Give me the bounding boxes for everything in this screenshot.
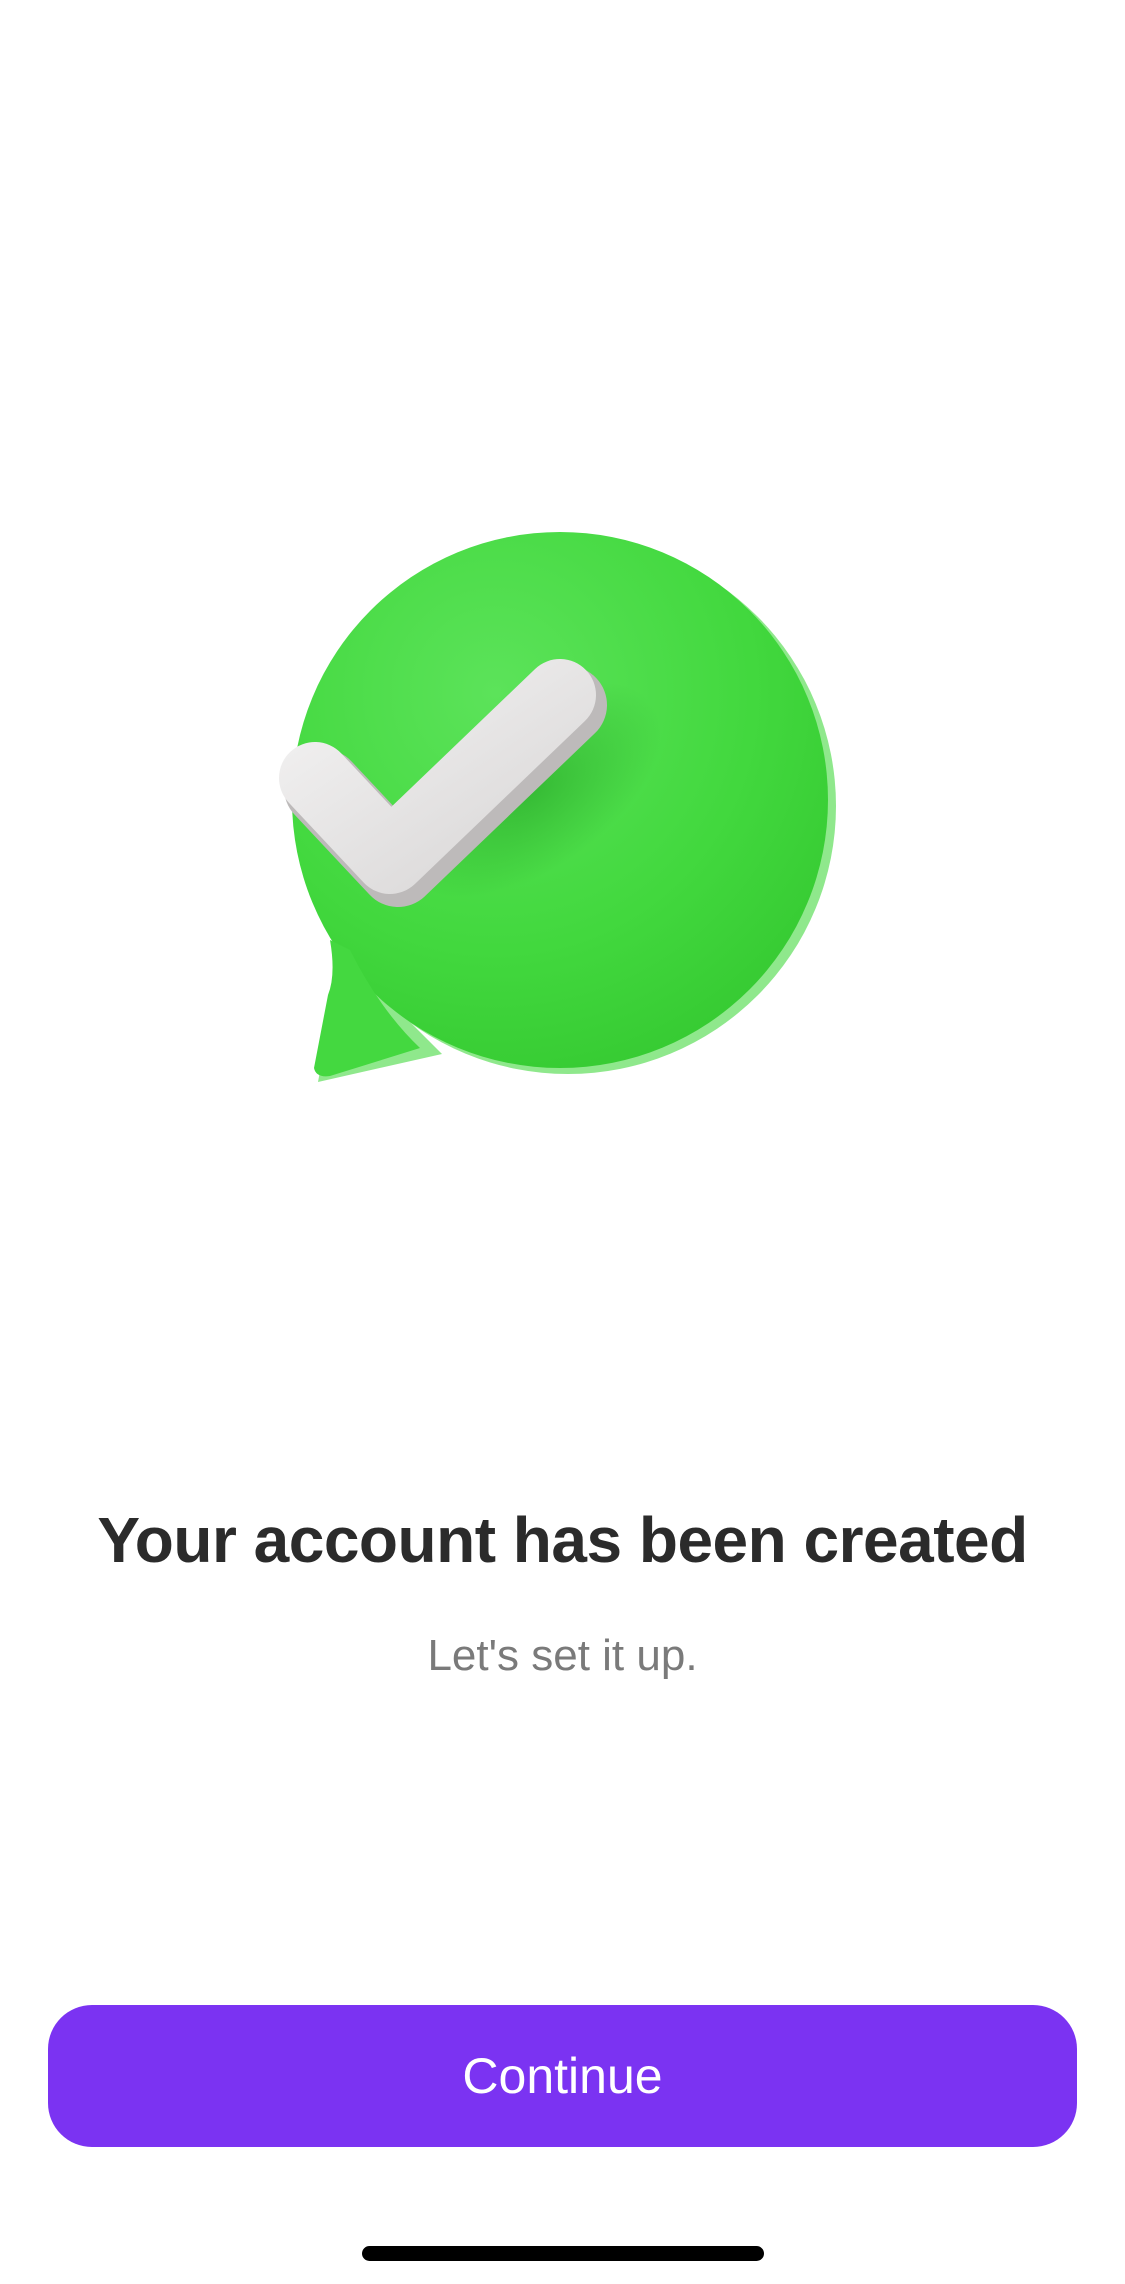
continue-button[interactable]: Continue: [48, 2005, 1077, 2147]
success-illustration: [270, 520, 850, 1120]
page-subtitle: Let's set it up.: [427, 1631, 698, 1680]
page-title: Your account has been created: [97, 1504, 1028, 1576]
home-indicator[interactable]: [362, 2246, 764, 2261]
account-created-screen: Your account has been created Let's set …: [0, 0, 1125, 2284]
chat-bubble-checkmark-icon: [279, 532, 836, 1082]
